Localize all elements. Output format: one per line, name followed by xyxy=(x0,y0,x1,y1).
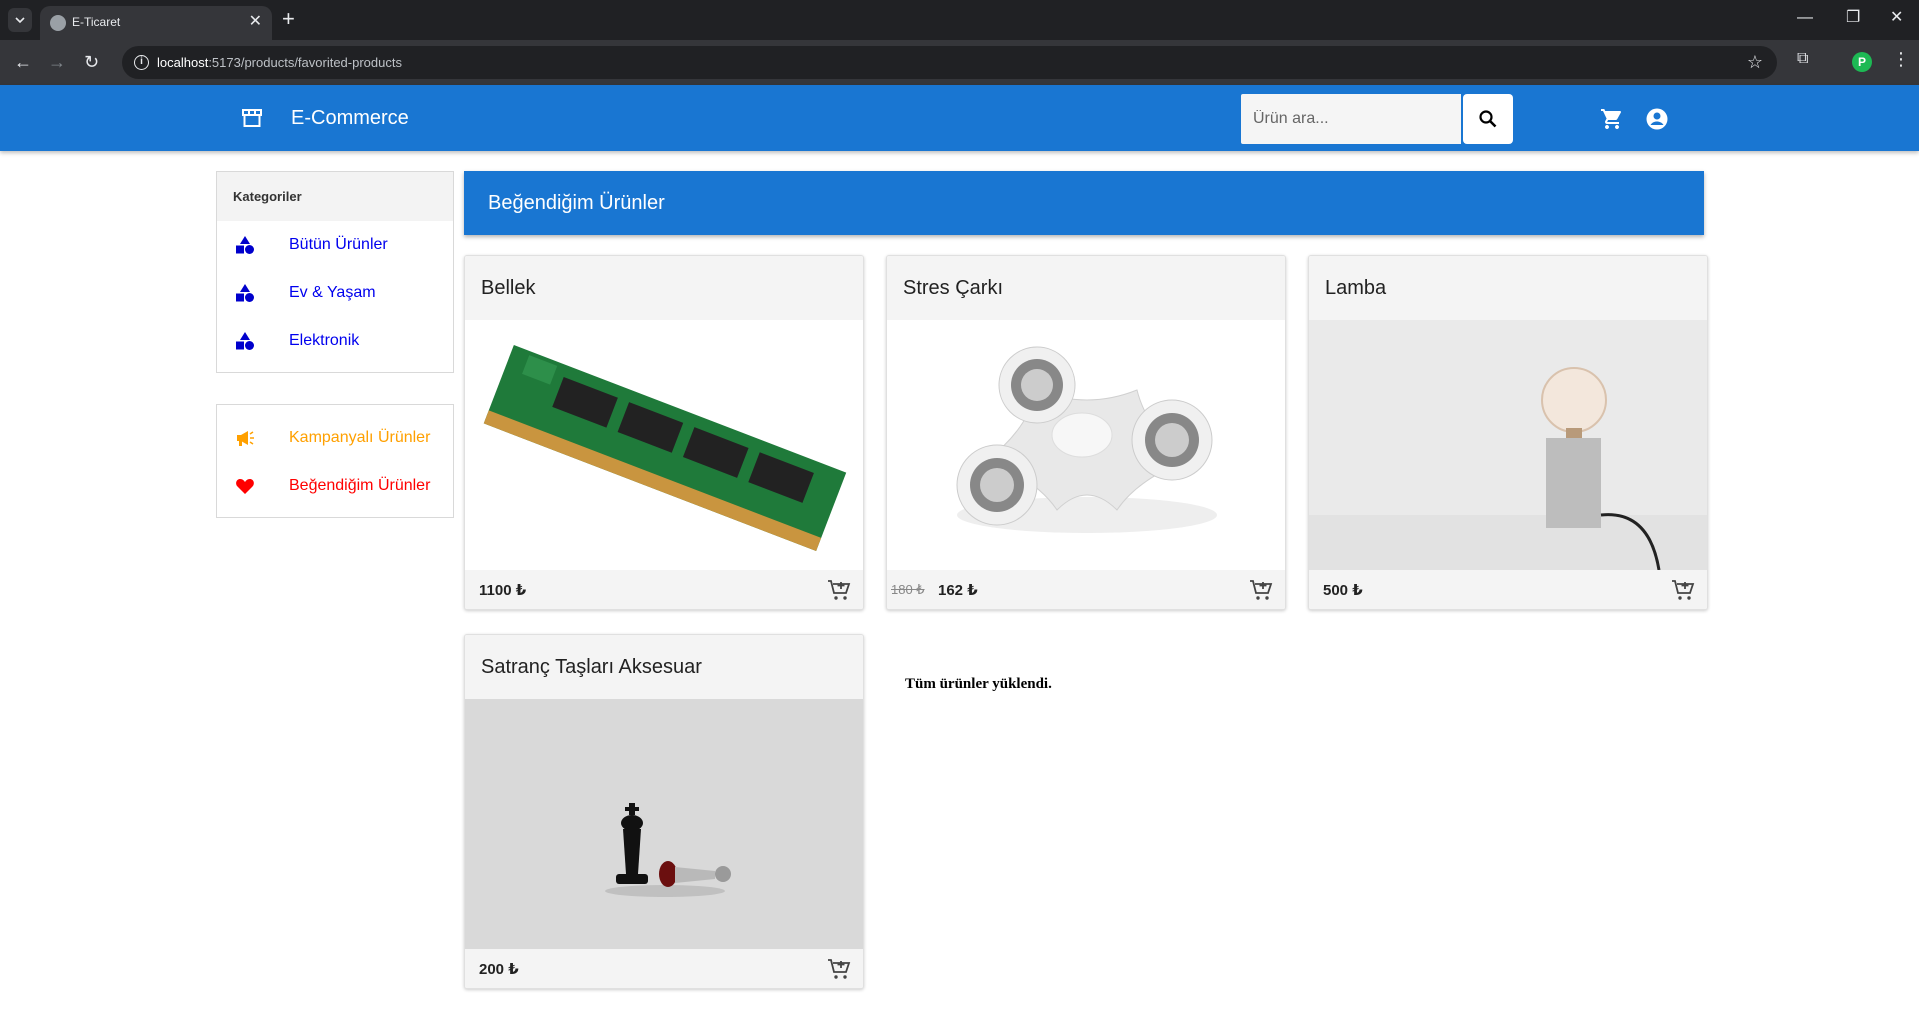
tab-title: E-Ticaret xyxy=(72,15,121,29)
shopping-cart-icon[interactable] xyxy=(1600,107,1624,131)
page-title-bar: Beğendiğim Ürünler xyxy=(464,171,1704,235)
sidebar-item-label: Elektronik xyxy=(289,332,360,349)
add-to-cart-icon[interactable] xyxy=(1671,578,1695,602)
search-input[interactable] xyxy=(1241,94,1461,144)
product-name[interactable]: Stres Çarkı xyxy=(887,256,1285,320)
product-card[interactable]: Lamba 500 ₺ xyxy=(1308,255,1708,610)
sidebar-item-campaign[interactable]: Kampanyalı Ürünler xyxy=(217,414,453,462)
ram-module-image xyxy=(483,345,847,551)
url-text[interactable]: localhost:5173/products/favorited-produc… xyxy=(157,55,402,70)
product-old-price: 180 ₺ xyxy=(891,582,925,597)
special-lists-card: Kampanyalı Ürünler Beğendiğim Ürünler xyxy=(216,404,454,518)
all-loaded-message: Tüm ürünler yüklendi. xyxy=(905,676,1052,692)
sidebar-item-label: Beğendiğim Ürünler xyxy=(289,477,431,494)
browser-toolbar: ← → ↻ i localhost:5173/products/favorite… xyxy=(0,40,1919,85)
chess-pieces-image xyxy=(465,699,863,949)
search-button[interactable] xyxy=(1463,94,1513,144)
tab-search-button[interactable] xyxy=(8,8,32,32)
url-path: :5173/products/favorited-products xyxy=(208,55,402,70)
browser-tab-bar: E-Ticaret ✕ + — ❐ ✕ xyxy=(0,0,1919,40)
lamp-image xyxy=(1309,367,1707,570)
product-image[interactable] xyxy=(465,320,863,570)
bookmark-star-icon[interactable]: ☆ xyxy=(1747,52,1763,73)
info-icon[interactable]: i xyxy=(134,55,149,70)
back-icon[interactable]: ← xyxy=(14,52,32,72)
globe-icon xyxy=(50,15,66,31)
product-image[interactable] xyxy=(465,699,863,949)
forward-icon[interactable]: → xyxy=(48,52,66,72)
browser-menu-icon[interactable]: ⋮ xyxy=(1892,49,1910,70)
product-card[interactable]: Satranç Taşları Aksesuar 200 ₺ xyxy=(464,634,864,989)
reload-icon[interactable]: ↻ xyxy=(84,52,99,72)
minimize-icon[interactable]: — xyxy=(1797,8,1813,28)
product-image[interactable] xyxy=(1309,320,1707,570)
category-shapes-icon xyxy=(236,236,254,254)
new-tab-icon[interactable]: + xyxy=(282,7,295,31)
close-icon[interactable]: ✕ xyxy=(249,13,262,31)
sidebar-item-all-products[interactable]: Bütün Ürünler xyxy=(217,221,453,269)
sidebar-item-home-living[interactable]: Ev & Yaşam xyxy=(217,269,453,317)
sidebar-item-label: Kampanyalı Ürünler xyxy=(289,429,431,446)
product-name[interactable]: Lamba xyxy=(1309,256,1707,320)
heart-icon xyxy=(236,479,254,494)
product-name[interactable]: Satranç Taşları Aksesuar xyxy=(465,635,863,699)
extensions-icon[interactable]: ⧉ xyxy=(1797,50,1808,68)
categories-card: Kategoriler Bütün Ürünler Ev & Yaşam Ele… xyxy=(216,171,454,373)
add-to-cart-icon[interactable] xyxy=(827,578,851,602)
product-price: 500 ₺ xyxy=(1323,582,1363,599)
chevron-down-icon xyxy=(15,17,25,24)
sidebar-item-label: Bütün Ürünler xyxy=(289,236,388,253)
store-icon[interactable] xyxy=(242,109,262,127)
product-footer: 1100 ₺ xyxy=(465,570,863,609)
add-to-cart-icon[interactable] xyxy=(1249,578,1273,602)
page-title: Beğendiğim Ürünler xyxy=(488,192,665,214)
product-price: 1100 ₺ xyxy=(479,582,527,599)
megaphone-icon xyxy=(237,431,254,446)
category-shapes-icon xyxy=(236,284,254,302)
add-to-cart-icon[interactable] xyxy=(827,957,851,981)
sidebar-item-electronics[interactable]: Elektronik xyxy=(217,317,453,365)
sidebar-item-label: Ev & Yaşam xyxy=(289,284,376,301)
product-footer: 200 ₺ xyxy=(465,949,863,988)
fidget-spinner-image xyxy=(956,346,1217,533)
product-price: 200 ₺ xyxy=(479,961,519,978)
app-header: E-Commerce xyxy=(0,85,1919,151)
url-host: localhost xyxy=(157,55,209,70)
brand-title[interactable]: E-Commerce xyxy=(291,107,409,130)
sidebar-item-favorites[interactable]: Beğendiğim Ürünler xyxy=(217,462,453,510)
product-footer: 500 ₺ xyxy=(1309,570,1707,609)
browser-tab[interactable]: E-Ticaret ✕ xyxy=(40,6,272,40)
categories-header: Kategoriler xyxy=(217,172,453,221)
address-bar[interactable]: i localhost:5173/products/favorited-prod… xyxy=(122,46,1777,79)
product-card[interactable]: Bellek 1100 ₺ xyxy=(464,255,864,610)
category-shapes-icon xyxy=(236,332,254,350)
product-image[interactable] xyxy=(887,320,1285,570)
product-footer: 180 ₺ 162 ₺ xyxy=(887,570,1285,609)
search-icon xyxy=(1479,110,1497,128)
product-name[interactable]: Bellek xyxy=(465,256,863,320)
product-card[interactable]: Stres Çarkı 180 ₺ 162 ₺ xyxy=(886,255,1286,610)
account-circle-icon[interactable] xyxy=(1645,107,1669,131)
restore-icon[interactable]: ❐ xyxy=(1846,8,1860,28)
product-price: 162 ₺ xyxy=(938,582,978,599)
window-close-icon[interactable]: ✕ xyxy=(1890,8,1903,28)
profile-avatar[interactable]: P xyxy=(1852,52,1872,72)
